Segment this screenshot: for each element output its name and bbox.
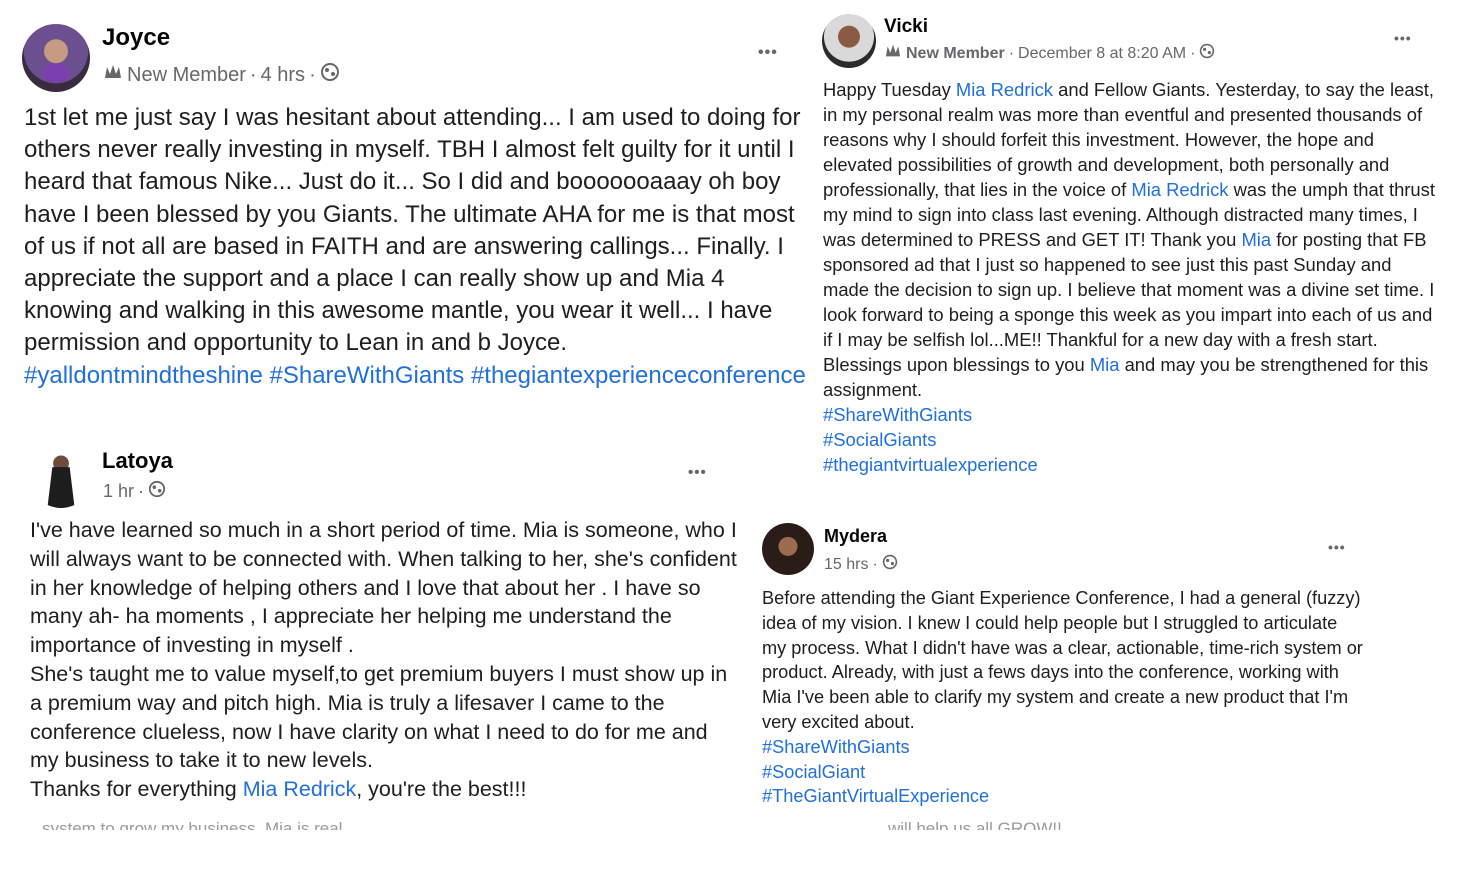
avatar-mask-overlay — [22, 24, 90, 92]
post-body: Happy Tuesday Mia Redrick and Fellow Gia… — [823, 77, 1441, 477]
meta-separator: · — [309, 63, 316, 86]
post-body: 1st let me just say I was hesitant about… — [24, 102, 810, 392]
post-meta: 15 hrs · — [824, 554, 898, 575]
post-timestamp[interactable]: 1 hr — [103, 481, 134, 502]
hashtag-link[interactable]: #ShareWithGiants — [823, 402, 1441, 427]
author-name[interactable]: Joyce — [102, 24, 170, 52]
more-options-button[interactable]: ••• — [688, 464, 707, 481]
post-meta: New Member · December 8 at 8:20 AM · — [884, 43, 1215, 64]
author-name[interactable]: Mydera — [824, 526, 887, 547]
post-meta: New Member · 4 hrs · — [103, 62, 340, 88]
more-options-button[interactable]: ••• — [1328, 539, 1346, 555]
meta-separator: · — [1008, 44, 1015, 62]
avatar[interactable] — [22, 24, 90, 92]
avatar[interactable] — [30, 446, 92, 508]
meta-separator: · — [138, 481, 145, 501]
member-badge-label: New Member — [906, 44, 1005, 62]
post-meta: 1 hr · — [103, 480, 166, 503]
hashtag-link[interactable]: #ShareWithGiants — [762, 735, 1366, 760]
author-name[interactable]: Vicki — [884, 16, 928, 38]
more-options-button[interactable]: ••• — [1394, 30, 1412, 46]
mention-link[interactable]: Mia Redrick — [1131, 179, 1228, 200]
author-name[interactable]: Latoya — [102, 448, 173, 474]
closing-text: , you're the best!!! — [356, 777, 527, 802]
cropped-text-fragment: will help us all GROW!! — [888, 820, 1062, 830]
post-timestamp[interactable]: December 8 at 8:20 AM — [1018, 45, 1186, 63]
hashtag-link[interactable]: #TheGiantVirtualExperience — [762, 784, 1366, 809]
post-body: Before attending the Giant Experience Co… — [762, 586, 1366, 809]
member-badge-label: New Member — [127, 63, 246, 86]
avatar-figure — [47, 467, 75, 508]
post-closing: Thanks for everything Mia Redrick, you'r… — [30, 775, 738, 804]
hashtag-list: #ShareWithGiants #SocialGiants #thegiant… — [823, 402, 1441, 477]
more-options-button[interactable]: ••• — [758, 44, 778, 62]
mention-link[interactable]: Mia Redrick — [956, 79, 1053, 100]
mention-link[interactable]: Mia — [1090, 354, 1120, 375]
post-paragraph: She's taught me to value myself,to get p… — [30, 661, 728, 773]
post-timestamp[interactable]: 15 hrs — [824, 556, 868, 574]
globe-icon — [148, 480, 166, 503]
hashtag-list: #ShareWithGiants #SocialGiant #TheGiantV… — [762, 735, 1366, 809]
globe-icon — [882, 554, 898, 575]
hashtag-link[interactable]: #SocialGiant — [762, 760, 1366, 785]
hashtag-link[interactable]: #yalldontmindtheshine — [24, 362, 263, 389]
meta-separator: · — [872, 555, 878, 573]
post-latoya: Latoya 1 hr · ••• I've have learned so m… — [0, 438, 740, 818]
post-body: I've have learned so much in a short per… — [30, 516, 738, 804]
hashtag-link[interactable]: #thegiantexperienceconference — [471, 362, 806, 389]
hashtag-link[interactable]: #ShareWithGiants — [270, 362, 465, 389]
mention-link[interactable]: Mia Redrick — [243, 777, 357, 801]
globe-icon — [320, 62, 340, 88]
mention-link[interactable]: Mia — [1241, 229, 1271, 250]
post-timestamp[interactable]: 4 hrs — [261, 64, 305, 87]
post-joyce: Joyce New Member · 4 hrs · ••• 1st let m… — [0, 0, 810, 430]
new-member-badge-icon — [884, 43, 902, 64]
post-text: Happy Tuesday — [823, 79, 956, 100]
new-member-badge-icon — [103, 63, 123, 87]
post-mydera: Mydera 15 hrs · ••• Before attending the… — [752, 515, 1372, 815]
post-paragraph: I've have learned so much in a short per… — [30, 518, 737, 658]
avatar[interactable] — [762, 523, 814, 575]
avatar[interactable] — [822, 14, 876, 68]
closing-text: Thanks for everything — [30, 777, 243, 802]
meta-separator: · — [1190, 44, 1196, 62]
cropped-text-fragment: system to grow my business. Mia is real. — [42, 820, 348, 830]
meta-separator: · — [249, 63, 257, 86]
post-text: 1st let me just say I was hesitant about… — [24, 104, 801, 357]
post-vicki: Vicki New Member · December 8 at 8:20 AM… — [810, 0, 1450, 505]
hashtag-link[interactable]: #thegiantvirtualexperience — [823, 452, 1441, 477]
globe-icon — [1199, 43, 1215, 64]
post-paragraph: Before attending the Giant Experience Co… — [762, 588, 1363, 732]
hashtag-link[interactable]: #SocialGiants — [823, 427, 1441, 452]
